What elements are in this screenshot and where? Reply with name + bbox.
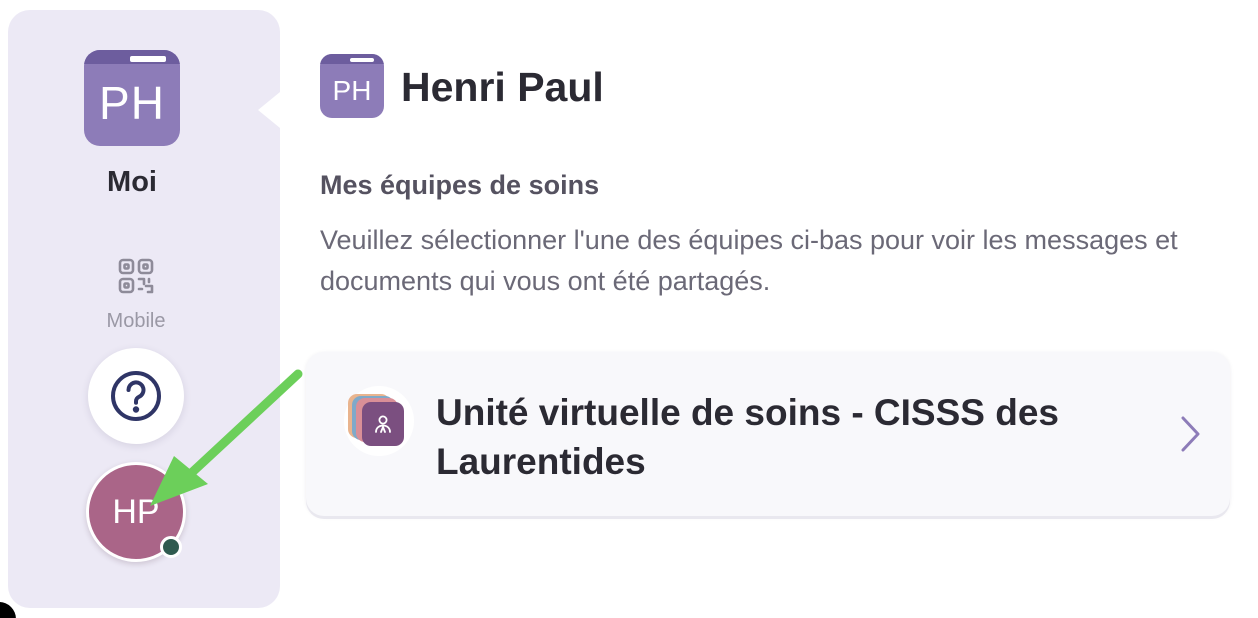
qr-code-icon[interactable] [116,256,156,296]
sidebar: PH Moi Mobile HP [8,10,280,608]
person-icon [362,402,404,446]
me-folder-button[interactable]: PH [84,50,180,146]
team-name: Unité virtuelle de soins - CISSS des Lau… [436,392,1060,482]
team-card[interactable]: Unité virtuelle de soins - CISSS des Lau… [306,352,1230,516]
header-initials: PH [332,75,372,106]
question-circle-icon [111,371,161,421]
header-folder-icon: PH [320,54,384,118]
me-initials: PH [99,77,165,129]
help-button[interactable] [88,348,184,444]
app-window: PH Moi Mobile HP PH Henri Paul Mes équip… [0,0,1258,618]
section-title: Mes équipes de soins [320,170,600,200]
window-corner [0,602,16,618]
team-stack-icon [344,386,414,456]
mobile-label[interactable]: Mobile [8,310,264,333]
me-label[interactable]: Moi [8,166,256,199]
section-description: Veuillez sélectionner l'une des équipes … [320,225,1178,296]
sidebar-selection-pointer [258,92,280,128]
page-title: Henri Paul [401,64,604,110]
avatar-initials: HP [112,492,160,531]
chevron-right-icon[interactable] [1176,414,1204,454]
online-status-indicator [160,536,182,558]
